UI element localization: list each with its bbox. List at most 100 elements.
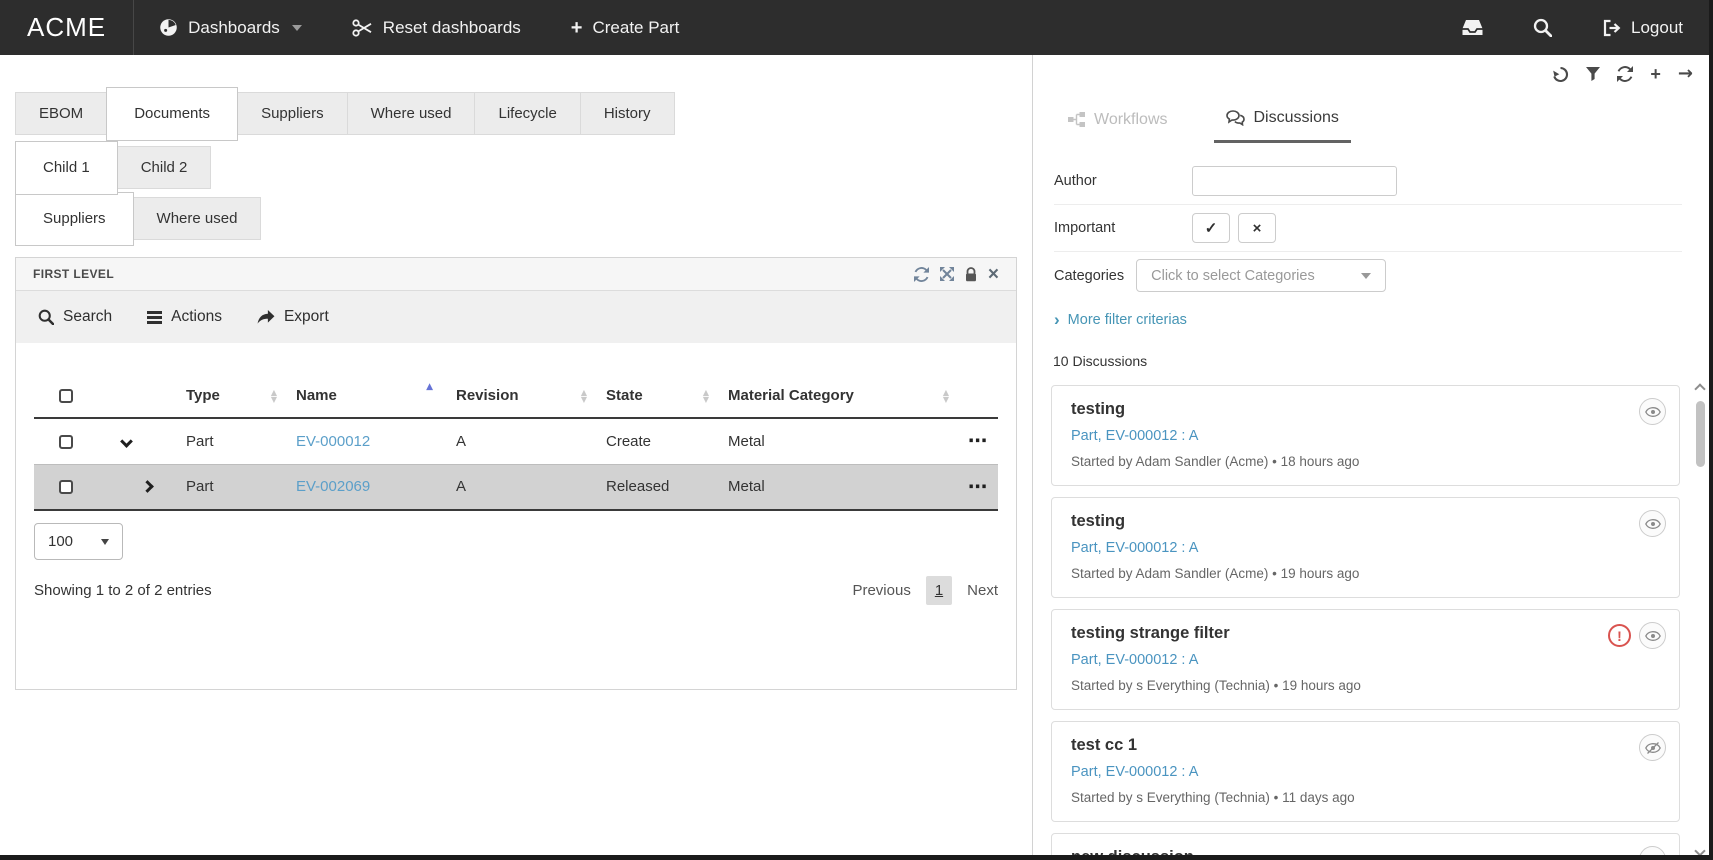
pagination-page-1[interactable]: 1 xyxy=(926,576,952,605)
tab-bar-level3: Suppliers Where used xyxy=(15,197,1017,240)
tab-suppliers[interactable]: Suppliers xyxy=(237,92,348,135)
discussion-meta: Started by s Everything (Technia) • 11 d… xyxy=(1071,790,1660,805)
pagination-previous[interactable]: Previous xyxy=(852,582,910,599)
discussion-object-link[interactable]: Part, EV-000012 : A xyxy=(1071,428,1660,444)
discussion-meta: Started by Adam Sandler (Acme) • 19 hour… xyxy=(1071,566,1660,581)
main-content-panel: EBOM Documents Suppliers Where used Life… xyxy=(0,55,1033,860)
categories-label: Categories xyxy=(1054,268,1124,284)
menu-create-part[interactable]: + Create Part xyxy=(546,0,705,55)
discussion-card[interactable]: testing Part, EV-000012 : A Started by A… xyxy=(1051,385,1680,486)
menu-dashboards[interactable]: Dashboards xyxy=(134,0,327,55)
close-icon[interactable]: × xyxy=(988,265,999,284)
discussion-list: testing Part, EV-000012 : A Started by A… xyxy=(1051,385,1680,860)
select-all-checkbox[interactable] xyxy=(59,389,73,403)
cell-revision: A xyxy=(449,464,599,510)
inbox-tray-button[interactable] xyxy=(1437,0,1508,55)
refresh-icon[interactable] xyxy=(914,267,929,282)
sort-icons[interactable]: ▲▼ xyxy=(943,389,949,403)
discussion-object-link[interactable]: Part, EV-000012 : A xyxy=(1071,652,1660,668)
discussion-card[interactable]: test cc 1 Part, EV-000012 : A Started by… xyxy=(1051,721,1680,822)
tab-where-used[interactable]: Where used xyxy=(347,92,476,135)
history-icon[interactable] xyxy=(1552,66,1569,83)
column-expander xyxy=(109,374,179,418)
unwatch-button[interactable] xyxy=(1639,734,1666,761)
tab-history[interactable]: History xyxy=(580,92,675,135)
part-link[interactable]: EV-002069 xyxy=(296,478,370,495)
add-icon[interactable]: + xyxy=(1650,65,1661,83)
tab-workflows[interactable]: Workflows xyxy=(1056,109,1180,143)
tab-where-used-sub[interactable]: Where used xyxy=(133,197,262,240)
page-size-select[interactable]: 100 xyxy=(34,523,123,560)
row-checkbox[interactable] xyxy=(59,435,73,449)
discussion-card[interactable]: testing strange filter Part, EV-000012 :… xyxy=(1051,609,1680,710)
author-input[interactable] xyxy=(1192,166,1397,196)
table-row-selected[interactable]: Part EV-002069 A Released Metal ⋯ xyxy=(34,464,998,510)
discussions-count: 10 Discussions xyxy=(1053,353,1713,369)
expand-panel-icon[interactable] xyxy=(940,267,954,281)
filter-row-categories: Categories Click to select Categories xyxy=(1054,252,1682,299)
tab-discussions[interactable]: Discussions xyxy=(1214,109,1351,143)
tab-child-1[interactable]: Child 1 xyxy=(15,141,118,195)
tab-child-2[interactable]: Child 2 xyxy=(117,146,212,189)
watch-button[interactable] xyxy=(1639,510,1666,537)
tab-ebom[interactable]: EBOM xyxy=(15,92,107,135)
arrow-right-icon[interactable]: → xyxy=(1678,65,1693,83)
brand-logo[interactable]: ACME xyxy=(0,12,133,43)
sort-icons[interactable]: ▲▼ xyxy=(703,389,709,403)
important-yes-button[interactable]: ✓ xyxy=(1192,213,1230,243)
discussion-card[interactable]: testing Part, EV-000012 : A Started by A… xyxy=(1051,497,1680,598)
column-header-state[interactable]: State ▲▼ xyxy=(599,374,721,418)
lock-icon[interactable] xyxy=(965,267,977,282)
discussion-object-link[interactable]: Part, EV-000012 : A xyxy=(1071,764,1660,780)
discussion-title: test cc 1 xyxy=(1071,736,1660,755)
column-header-type[interactable]: Type ▲▼ xyxy=(179,374,289,418)
search-button[interactable]: Search xyxy=(38,308,112,326)
collapse-row-icon[interactable] xyxy=(120,435,133,448)
discussion-meta: Started by s Everything (Technia) • 19 h… xyxy=(1071,678,1660,693)
logout-button[interactable]: Logout xyxy=(1577,0,1713,55)
cell-state: Released xyxy=(599,464,721,510)
tab-bar-level2: Child 1 Child 2 xyxy=(15,146,1017,189)
export-button[interactable]: Export xyxy=(257,308,329,326)
watch-button[interactable] xyxy=(1639,398,1666,425)
plus-icon: + xyxy=(571,18,583,38)
part-link[interactable]: EV-000012 xyxy=(296,433,370,450)
categories-select[interactable]: Click to select Categories xyxy=(1136,259,1386,292)
dashboards-icon xyxy=(159,18,178,37)
pagination-next[interactable]: Next xyxy=(967,582,998,599)
scroll-up-icon[interactable] xyxy=(1694,383,1705,394)
table-row[interactable]: Part EV-000012 A Create Metal ⋯ xyxy=(34,418,998,464)
chevron-right-icon: › xyxy=(1054,311,1060,328)
discussions-scrollbar[interactable] xyxy=(1693,385,1707,857)
more-filter-criterias-link[interactable]: › More filter criterias xyxy=(1054,312,1713,328)
discussion-object-link[interactable]: Part, EV-000012 : A xyxy=(1071,540,1660,556)
tab-documents[interactable]: Documents xyxy=(106,87,238,141)
menu-reset-dashboards[interactable]: Reset dashboards xyxy=(327,0,546,55)
tab-suppliers-sub[interactable]: Suppliers xyxy=(15,192,134,246)
global-search-button[interactable] xyxy=(1508,0,1577,55)
refresh-icon[interactable] xyxy=(1617,66,1633,82)
row-menu-icon[interactable]: ⋯ xyxy=(968,430,988,452)
sort-ascending-icon[interactable]: ▲ xyxy=(426,382,433,392)
expand-row-icon[interactable] xyxy=(141,480,154,493)
sort-icons[interactable]: ▲▼ xyxy=(581,389,587,403)
table-toolbar: Search Actions Export xyxy=(16,291,1016,343)
tab-lifecycle[interactable]: Lifecycle xyxy=(474,92,580,135)
important-no-button[interactable]: × xyxy=(1238,213,1276,243)
scrollbar-thumb[interactable] xyxy=(1696,401,1705,467)
filter-icon[interactable] xyxy=(1586,67,1600,81)
filter-row-author: Author xyxy=(1054,158,1682,205)
row-menu-icon[interactable]: ⋯ xyxy=(968,476,988,498)
column-header-revision[interactable]: Revision ▲▼ xyxy=(449,374,599,418)
hamburger-icon xyxy=(147,311,162,314)
row-checkbox[interactable] xyxy=(59,480,73,494)
menu-reset-label: Reset dashboards xyxy=(383,18,521,38)
watch-button[interactable] xyxy=(1639,622,1666,649)
sort-icons[interactable]: ▲▼ xyxy=(271,389,277,403)
column-header-material-category[interactable]: Material Category ▲▼ xyxy=(721,374,961,418)
column-header-name[interactable]: Name ▲ xyxy=(289,374,449,418)
actions-button[interactable]: Actions xyxy=(147,308,222,326)
cell-revision: A xyxy=(449,418,599,464)
discussion-title: testing xyxy=(1071,400,1660,419)
chevron-down-icon xyxy=(292,25,302,31)
